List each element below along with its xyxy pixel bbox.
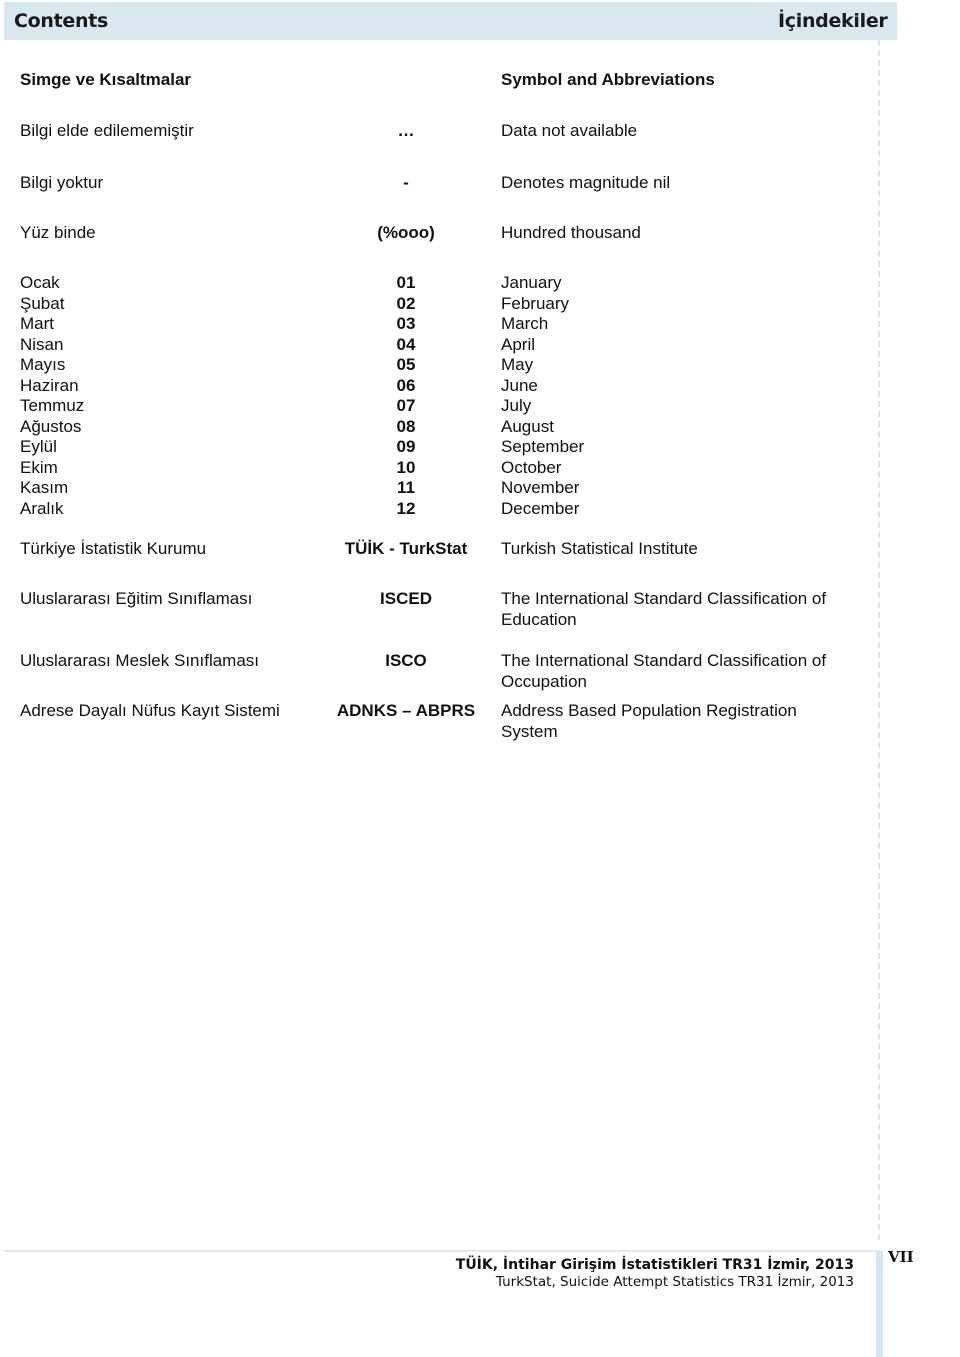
abbreviation-en-cont: Education: [501, 610, 577, 629]
section-heading-en: Symbol and Abbreviations: [501, 70, 715, 89]
month-name-en: March: [501, 314, 549, 333]
footer-side-bar: [876, 1251, 883, 1357]
abbreviation-tr: Uluslararası Meslek Sınıflaması: [20, 651, 260, 670]
month-code: 11: [397, 478, 415, 497]
month-name-en: June: [501, 375, 538, 395]
month-code: 09: [396, 437, 416, 456]
month-code: 06: [396, 375, 416, 395]
month-name-en: August: [501, 416, 554, 436]
abbreviation-en: Address Based Population Registration: [501, 701, 797, 720]
month-name-en: October: [501, 457, 562, 477]
month-name-tr: Eylül: [20, 437, 57, 456]
month-name-en: December: [501, 498, 580, 518]
month-code: 01: [396, 273, 416, 292]
month-name-en: April: [501, 334, 536, 354]
symbol-en: Data not available: [501, 121, 638, 140]
month-name-tr: Kasım: [20, 478, 69, 497]
month-name-en: May: [501, 355, 534, 374]
symbol-tr: Yüz binde: [20, 223, 96, 242]
symbol-tr: Bilgi yoktur: [20, 173, 104, 192]
footer-title-tr: TÜİK, İntihar Girişim İstatistikleri TR3…: [455, 1257, 854, 1273]
abbreviation-code: ISCED: [380, 589, 432, 608]
month-name-tr: Aralık: [20, 498, 64, 518]
month-name-en: July: [501, 396, 532, 415]
month-name-tr: Mart: [20, 314, 54, 333]
header-title-contents: Contents: [14, 10, 109, 32]
month-name-tr: Haziran: [20, 375, 79, 395]
symbol-mark: -: [403, 173, 409, 192]
month-code: 05: [396, 355, 416, 374]
month-code: 10: [396, 457, 416, 477]
abbreviation-code: ISCO: [385, 651, 427, 670]
month-name-en: November: [501, 478, 580, 497]
month-code: 04: [396, 334, 416, 354]
abbreviation-en: The International Standard Classificatio…: [501, 589, 827, 608]
month-name-en: September: [501, 437, 585, 456]
abbreviation-en: Turkish Statistical Institute: [501, 539, 698, 558]
month-name-tr: Ekim: [20, 457, 58, 477]
symbol-en: Denotes magnitude nil: [501, 173, 671, 192]
month-name-en: January: [501, 273, 562, 292]
footer-publication: TÜİK, İntihar Girişim İstatistikleri TR3…: [456, 1257, 854, 1291]
month-name-tr: Temmuz: [20, 396, 85, 415]
month-code: 07: [396, 396, 416, 415]
abbreviation-tr: Türkiye İstatistik Kurumu: [20, 539, 207, 558]
abbreviation-tr: Adrese Dayalı Nüfus Kayıt Sistemi: [20, 701, 280, 720]
abbreviation-tr: Uluslararası Eğitim Sınıflaması: [20, 589, 253, 608]
footer-rule: [4, 1250, 880, 1252]
symbol-en: Hundred thousand: [501, 223, 641, 242]
footer-title-en: TurkStat, Suicide Attempt Statistics TR3…: [495, 1274, 854, 1290]
symbol-mark: …: [397, 121, 415, 140]
abbreviation-en-cont: Occupation: [501, 672, 587, 691]
month-code: 02: [396, 293, 416, 313]
month-code: 08: [396, 416, 416, 436]
month-name-tr: Ağustos: [20, 416, 82, 436]
month-name-tr: Ocak: [20, 273, 60, 292]
page-number: VII: [888, 1248, 914, 1266]
month-code: 03: [396, 314, 416, 333]
header-band: [4, 2, 897, 40]
month-name-en: February: [501, 293, 570, 313]
abbreviation-code: ADNKS – ABPRS: [336, 701, 476, 720]
month-name-tr: Mayıs: [20, 355, 66, 374]
month-name-tr: Şubat: [20, 293, 65, 313]
symbol-tr: Bilgi elde edilememiştir: [20, 121, 194, 140]
symbol-mark: (%ooo): [377, 223, 435, 242]
header-title-icindekiler: İçindekiler: [778, 10, 888, 32]
abbreviation-code: TÜİK - TurkStat: [344, 539, 468, 558]
month-name-tr: Nisan: [20, 334, 64, 354]
month-code: 12: [396, 498, 416, 518]
abbreviation-en: The International Standard Classificatio…: [501, 651, 827, 670]
margin-divider: [878, 40, 880, 1240]
section-heading-tr: Simge ve Kısaltmalar: [20, 70, 192, 89]
abbreviation-en-cont: System: [501, 722, 558, 741]
